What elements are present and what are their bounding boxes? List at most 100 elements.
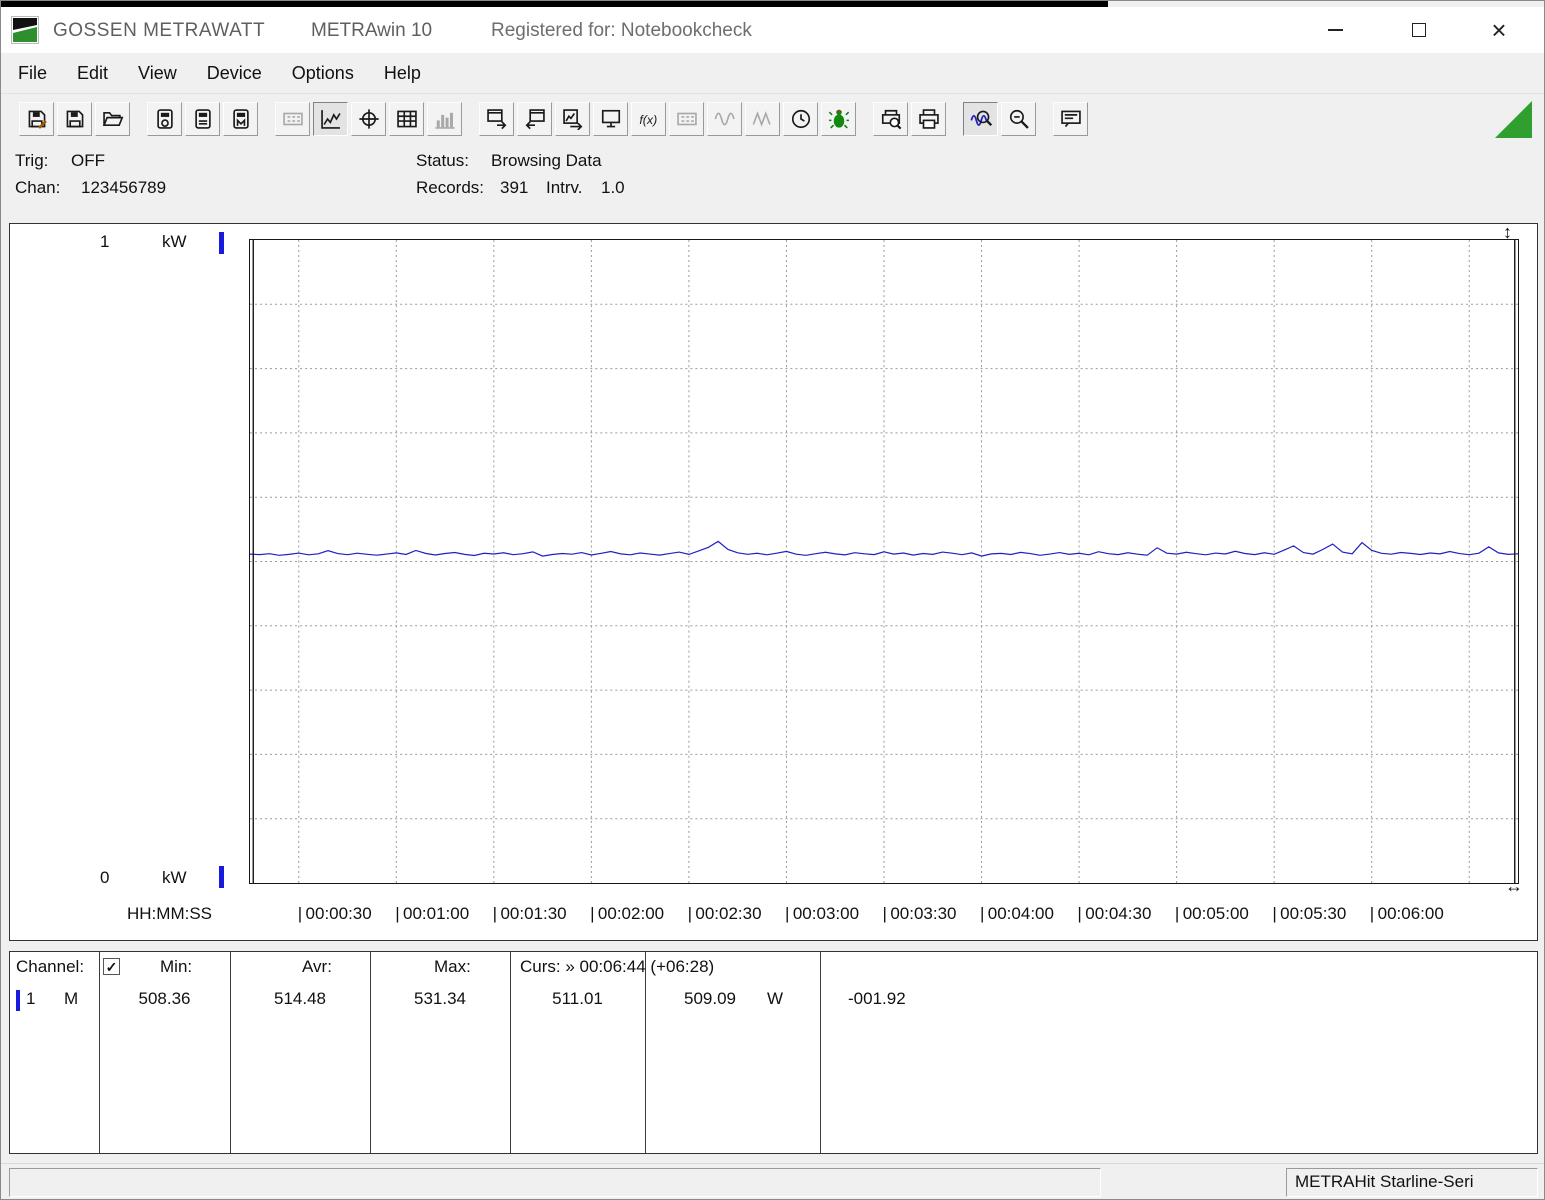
header-min: Min:	[160, 957, 193, 976]
channel-table: Channel: ✓ Min: Avr: Max: Curs: » 00:06:…	[9, 951, 1538, 1154]
waveform-sine-button	[707, 101, 742, 136]
trig-value: OFF	[71, 151, 105, 170]
waveform-sine-icon	[714, 112, 735, 125]
device-config-1-icon	[156, 108, 173, 129]
menu-item-help[interactable]: Help	[369, 53, 436, 93]
data-table-button[interactable]	[389, 101, 424, 136]
print-preview-icon	[881, 109, 901, 129]
print-button[interactable]	[911, 101, 946, 136]
bar-graph-button	[427, 101, 462, 136]
debug-monitor-icon	[828, 109, 849, 128]
zoom-out-icon	[1009, 109, 1029, 129]
chan-value: 123456789	[81, 178, 167, 197]
toolbar: f(x)	[1, 93, 1544, 143]
zoom-out-button[interactable]	[1001, 101, 1036, 136]
app-window: GOSSEN METRAWATT METRAwin 10 Registered …	[0, 0, 1545, 1200]
cell-max: 531.34	[414, 989, 466, 1008]
x-tick-label: | 00:04:30	[1077, 904, 1152, 923]
x-tick-label: | 00:02:30	[687, 904, 762, 923]
channel1-marker-top	[219, 232, 224, 254]
import-window-button[interactable]	[479, 101, 514, 136]
xy-chart-button[interactable]	[351, 101, 386, 136]
close-button[interactable]: ×	[1467, 7, 1531, 53]
save-data-button[interactable]	[57, 101, 92, 136]
x-tick-label: | 00:03:00	[785, 904, 860, 923]
save-icon	[28, 110, 47, 129]
y-zoom-arrow-icon[interactable]: ↕	[1503, 222, 1512, 243]
time-sync-button[interactable]	[783, 101, 818, 136]
menu-item-device[interactable]: Device	[192, 53, 277, 93]
header-channel: Channel:	[16, 957, 85, 976]
x-tick-label: | 00:05:30	[1272, 904, 1347, 923]
device-config-3-button[interactable]	[223, 101, 258, 136]
zoom-time-icon	[970, 110, 992, 126]
status-label: Status:	[416, 151, 469, 170]
checkmark-icon: ✓	[105, 958, 118, 975]
y-axis-max-label: 1	[100, 232, 110, 251]
device-config-2-button[interactable]	[185, 101, 220, 136]
x-zoom-arrow-icon[interactable]: ↔	[1505, 876, 1523, 897]
toolbar-separator	[133, 102, 147, 136]
menu-item-view[interactable]: View	[123, 53, 192, 93]
y-axis-min-label: 0	[100, 868, 110, 887]
formula-icon: f(x)	[639, 112, 657, 126]
channel1-visibility-checkbox[interactable]: ✓	[103, 958, 120, 975]
x-tick-label: | 00:02:00	[590, 904, 665, 923]
open-icon	[102, 111, 123, 126]
device-name-label: METRAHit Starline-Seri	[1286, 1168, 1538, 1197]
minimize-button[interactable]	[1303, 7, 1367, 53]
device-config-3-icon	[232, 108, 249, 129]
annotation-icon	[1060, 110, 1081, 127]
menu-item-options[interactable]: Options	[277, 53, 369, 93]
header-avr: Avr:	[302, 957, 332, 976]
maximize-icon	[1412, 23, 1426, 37]
chart-export-button[interactable]	[555, 101, 590, 136]
open-button[interactable]	[95, 101, 130, 136]
live-display-icon	[676, 112, 697, 125]
status-bar: METRAHit Starline-Seri	[1, 1163, 1544, 1199]
screen-copy-icon	[601, 109, 620, 127]
screen-copy-button[interactable]	[593, 101, 628, 136]
export-window-button[interactable]	[517, 101, 552, 136]
menu-item-edit[interactable]: Edit	[62, 53, 123, 93]
close-icon: ×	[1491, 15, 1507, 45]
xy-chart-icon	[358, 108, 379, 129]
waveform-tri-icon	[752, 110, 771, 127]
numeric-display-icon	[282, 112, 303, 125]
column-divider	[510, 952, 511, 1153]
maximize-button[interactable]	[1387, 7, 1451, 53]
toolbar-separator	[949, 102, 963, 136]
device-config-1-button[interactable]	[147, 101, 182, 136]
menu-item-file[interactable]: File	[3, 53, 62, 93]
cell-cursor1: 511.01	[552, 989, 603, 1008]
numeric-display-button	[275, 101, 310, 136]
chart-panel: 1 kW 0 kW ↕ ↔ HH:MM:SS | 00:00:30 | 00:01…	[9, 222, 1538, 941]
x-tick-label: | 00:03:30	[882, 904, 957, 923]
export-window-icon	[525, 108, 545, 129]
interval-label: Intrv.	[546, 178, 583, 197]
x-tick-label: | 00:00:30	[297, 904, 372, 923]
x-tick-label: | 00:01:00	[395, 904, 470, 923]
svg-text:f(x): f(x)	[639, 112, 657, 126]
statusbar-message-area	[9, 1168, 1101, 1197]
x-axis-format-label: HH:MM:SS	[127, 904, 212, 923]
zoom-time-button[interactable]	[963, 101, 998, 136]
debug-monitor-button[interactable]	[821, 101, 856, 136]
toolbar-separator	[465, 102, 479, 136]
print-preview-button[interactable]	[873, 101, 908, 136]
status-value: Browsing Data	[491, 151, 602, 170]
app-title: METRAwin 10	[311, 20, 433, 41]
cell-channel-number: 1	[26, 989, 36, 1008]
formula-button[interactable]: f(x)	[631, 101, 666, 136]
save-button[interactable]	[19, 101, 54, 136]
save-data-icon	[66, 110, 83, 127]
cell-avr: 514.48	[274, 989, 326, 1008]
header-max: Max:	[434, 957, 471, 976]
annotation-button[interactable]	[1053, 101, 1088, 136]
toolbar-separator	[261, 102, 275, 136]
data-table-icon	[396, 110, 417, 127]
records-label: Records:	[416, 178, 485, 197]
app-logo-icon	[11, 16, 39, 44]
yt-chart-button[interactable]	[313, 101, 348, 136]
plot-area[interactable]	[249, 239, 1519, 884]
